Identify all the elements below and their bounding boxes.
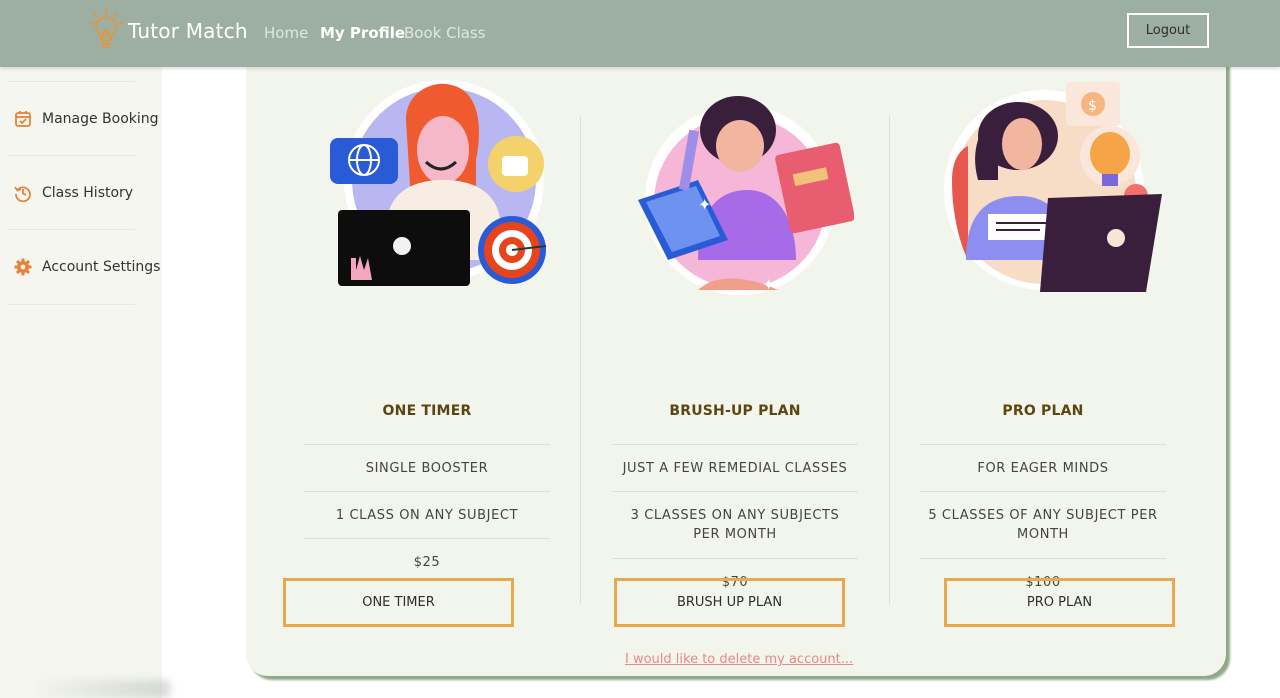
sidebar-item-account-settings[interactable]: Account Settings (8, 229, 160, 303)
brush-up-plan-button[interactable]: BRUSH UP PLAN (614, 578, 845, 627)
lightbulb-icon (89, 8, 123, 48)
column-divider (889, 116, 890, 604)
student-reading-illustration: ✦ ✦ (638, 96, 854, 295)
plan-tagline: FOR EAGER MINDS (920, 444, 1166, 491)
one-timer-button[interactable]: ONE TIMER (283, 578, 514, 627)
pro-plan-button[interactable]: PRO PLAN (944, 578, 1175, 627)
plan-title: BRUSH-UP PLAN (669, 403, 801, 419)
sidebar: Manage Booking Class History Account Set… (0, 67, 162, 698)
delete-account-link[interactable]: I would like to delete my account... (625, 652, 853, 667)
plan-tagline: SINGLE BOOSTER (304, 444, 550, 491)
column-divider (580, 116, 581, 604)
svg-text:✦: ✦ (762, 275, 775, 294)
woman-with-laptop-illustration: $ (944, 82, 1162, 292)
gear-icon (14, 258, 32, 275)
svg-text:$: $ (1088, 98, 1097, 114)
calendar-check-icon (15, 110, 31, 127)
sidebar-item-class-history[interactable]: Class History (8, 155, 135, 229)
history-icon (14, 185, 31, 202)
nav-my-profile-link[interactable]: My Profile (320, 24, 405, 42)
plan-description: 1 CLASS ON ANY SUBJECT (304, 491, 550, 538)
brand-name[interactable]: Tutor Match (128, 19, 248, 43)
sidebar-item-manage-booking[interactable]: Manage Booking (8, 81, 159, 155)
tutor-with-laptop-illustration (330, 80, 547, 286)
plan-description: 3 CLASSES ON ANY SUBJECTS PER MONTH (612, 491, 858, 558)
plan-tagline: JUST A FEW REMEDIAL CLASSES (612, 444, 858, 491)
sidebar-divider (8, 304, 135, 305)
sidebar-item-label: Manage Booking (42, 110, 159, 127)
sidebar-shadow (30, 680, 170, 698)
nav-book-class-link[interactable]: Book Class (404, 24, 486, 42)
plan-title: ONE TIMER (382, 403, 472, 419)
plan-description: 5 CLASSES OF ANY SUBJECT PER MONTH (920, 491, 1166, 558)
nav-home-link[interactable]: Home (264, 24, 308, 42)
sidebar-item-label: Class History (42, 184, 134, 201)
plan-title: PRO PLAN (1002, 403, 1084, 419)
logout-button[interactable]: Logout (1127, 13, 1209, 48)
svg-text:✦: ✦ (698, 195, 711, 214)
top-navbar: Tutor Match Home My Profile Book Class L… (0, 0, 1280, 67)
sidebar-item-label: Account Settings (42, 258, 161, 275)
